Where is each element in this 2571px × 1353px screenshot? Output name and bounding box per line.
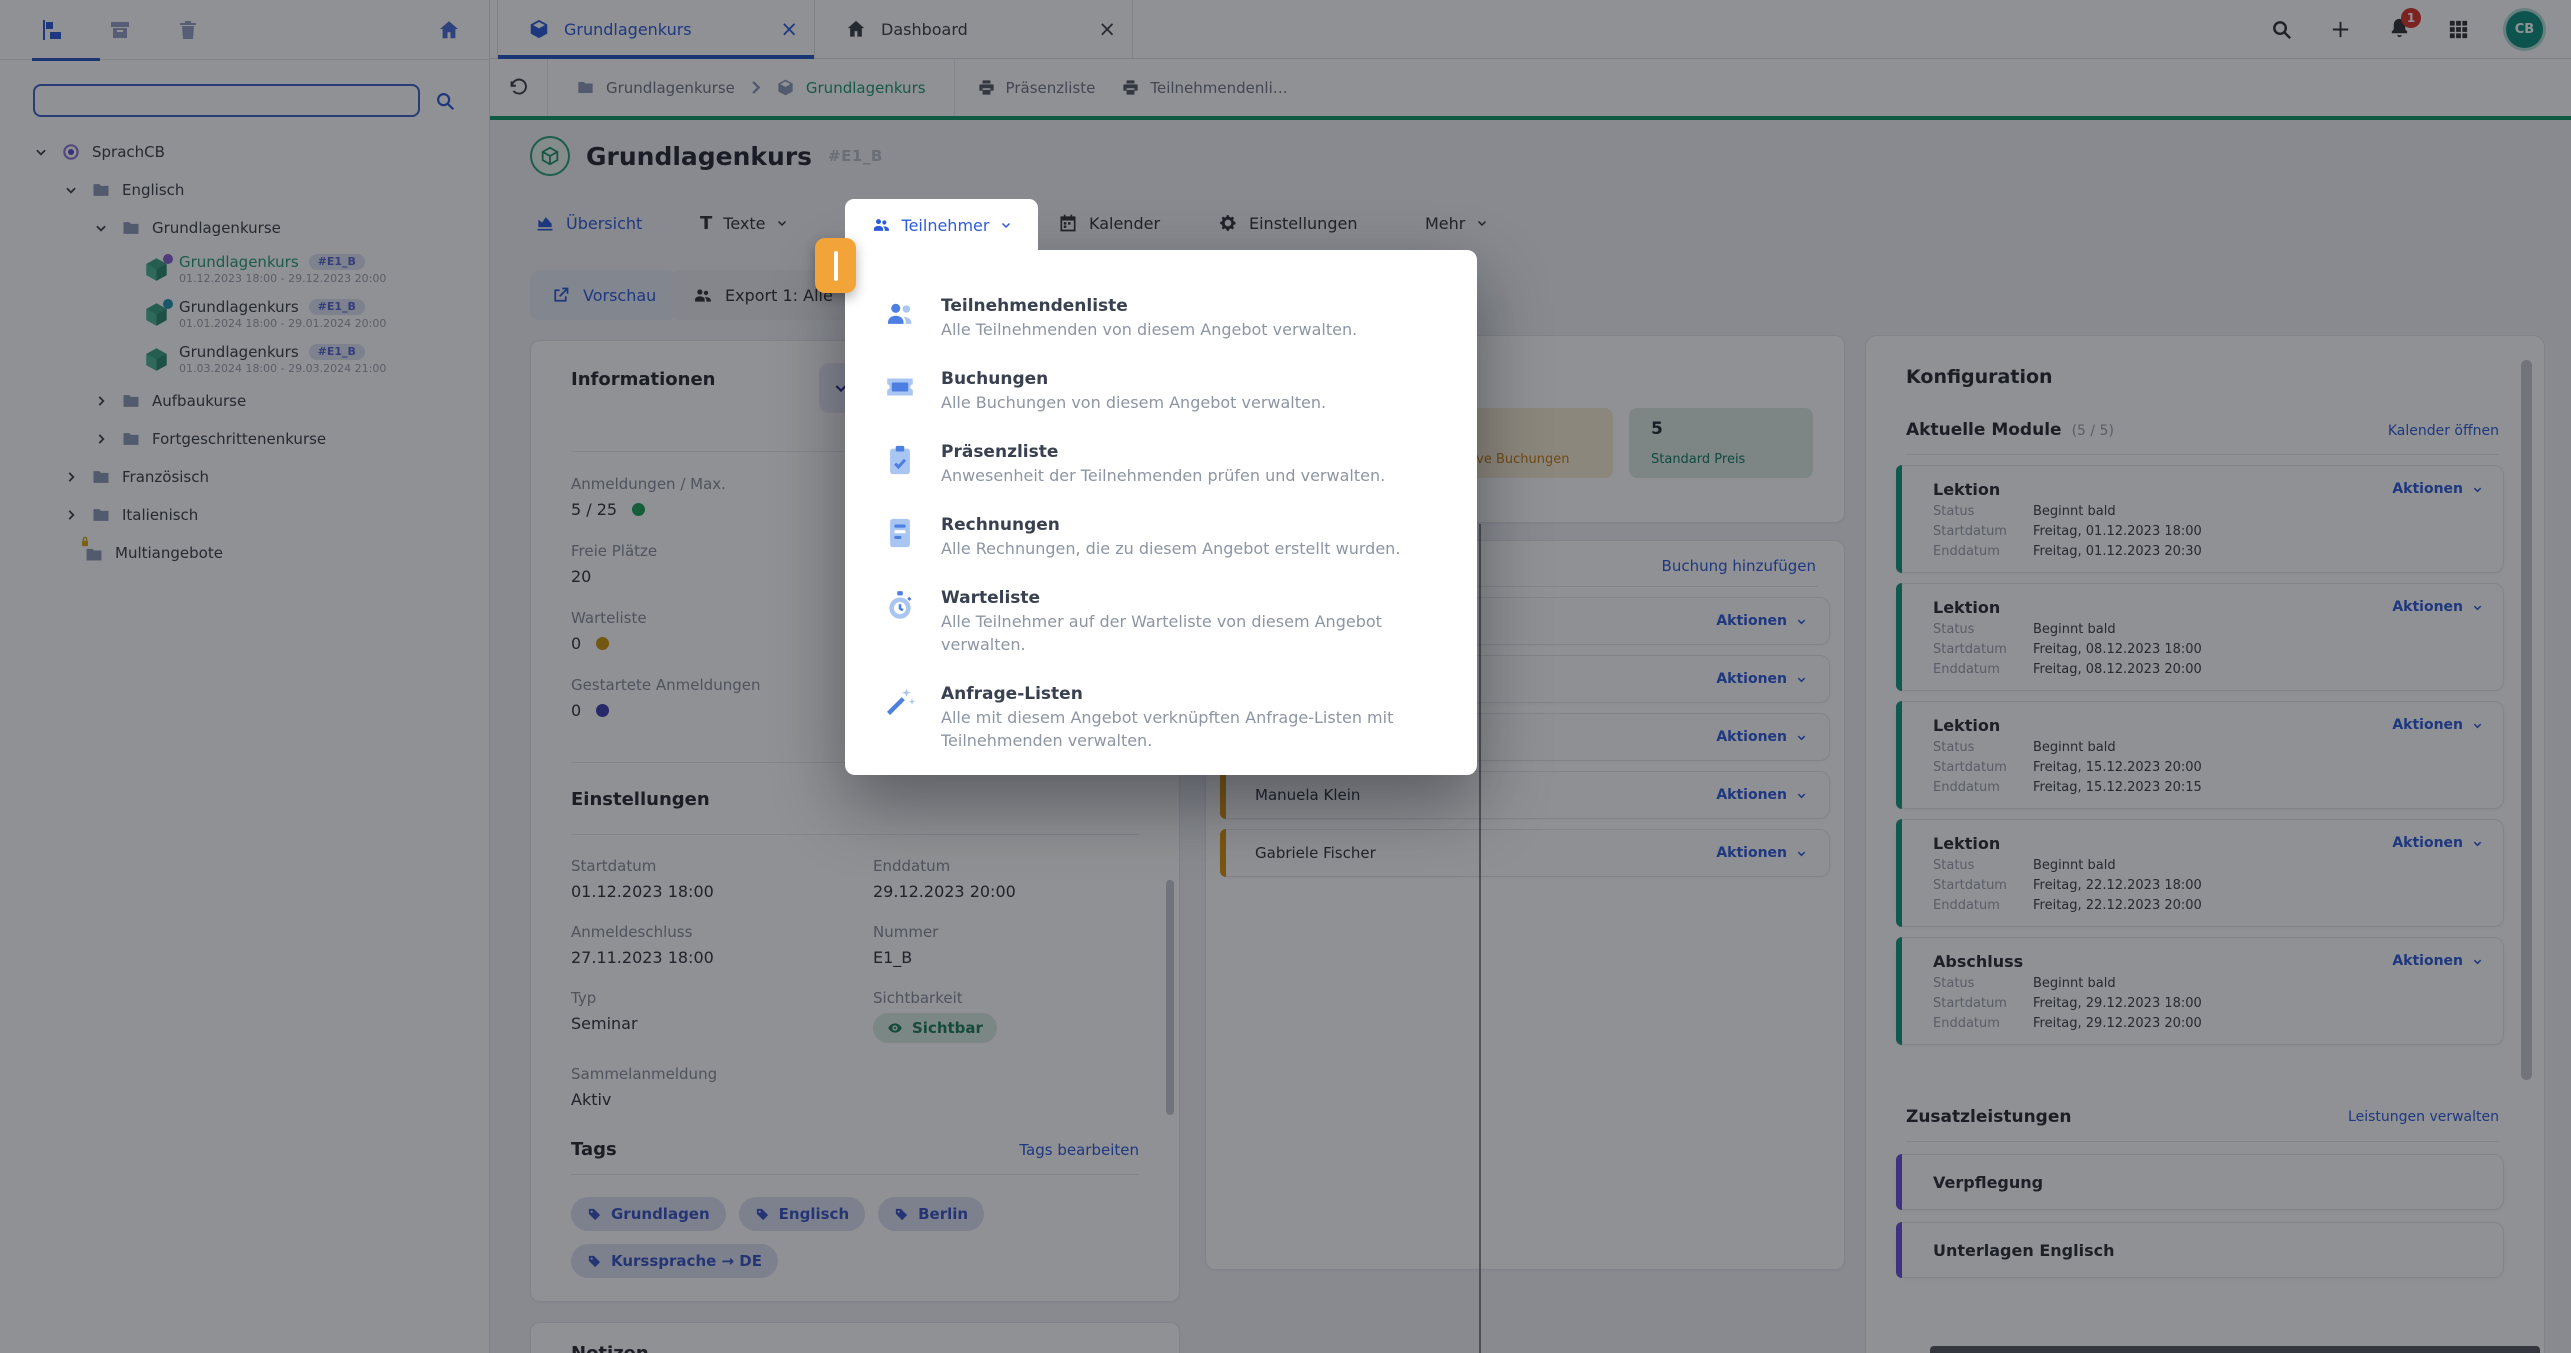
menu-item-anfrage-listen[interactable]: Anfrage-Listen Alle mit diesem Angebot v… [883, 683, 1437, 752]
menu-item-description: Alle mit diesem Angebot verknüpften Anfr… [941, 706, 1437, 752]
stopwatch-icon [883, 589, 917, 623]
teilnehmer-dropdown-menu: Teilnehmendenliste Alle Teilnehmenden vo… [845, 250, 1477, 775]
ibeam-icon [834, 251, 838, 281]
menu-item-title: Präsenzliste [941, 441, 1385, 463]
menu-item-description: Alle Buchungen von diesem Angebot verwal… [941, 391, 1326, 414]
menu-item-title: Rechnungen [941, 514, 1400, 536]
menu-item-teilnehmendenliste[interactable]: Teilnehmendenliste Alle Teilnehmenden vo… [883, 295, 1437, 341]
participants-icon [871, 215, 891, 235]
menu-item-praesenzliste[interactable]: Präsenzliste Anwesenheit der Teilnehmend… [883, 441, 1437, 487]
menu-item-title: Anfrage-Listen [941, 683, 1437, 705]
ticket-icon [883, 370, 917, 404]
menu-item-rechnungen[interactable]: Rechnungen Alle Rechnungen, die zu diese… [883, 514, 1437, 560]
menu-item-title: Warteliste [941, 587, 1437, 609]
menu-item-description: Alle Teilnehmer auf der Warteliste von d… [941, 610, 1437, 656]
tab-label: Teilnehmer [902, 216, 990, 235]
chevron-down-icon [1000, 219, 1012, 231]
menu-item-title: Teilnehmendenliste [941, 295, 1357, 317]
menu-item-description: Alle Rechnungen, die zu diesem Angebot e… [941, 537, 1400, 560]
app-window: SprachCB Englisch Grundlagenkurse [0, 0, 2571, 1353]
clipboard-check-icon [883, 443, 917, 477]
menu-item-title: Buchungen [941, 368, 1326, 390]
tooltip-edge [1930, 1346, 2540, 1353]
invoice-icon [883, 516, 917, 550]
divider-line [1479, 524, 1481, 1353]
menu-item-description: Anwesenheit der Teilnehmenden prüfen und… [941, 464, 1385, 487]
menu-item-warteliste[interactable]: Warteliste Alle Teilnehmer auf der Warte… [883, 587, 1437, 656]
participants-icon [883, 297, 917, 331]
magic-wand-icon [883, 685, 917, 719]
tab-teilnehmer-active[interactable]: Teilnehmer [845, 199, 1038, 251]
text-cursor-marker [815, 238, 856, 293]
menu-item-description: Alle Teilnehmenden von diesem Angebot ve… [941, 318, 1357, 341]
menu-item-buchungen[interactable]: Buchungen Alle Buchungen von diesem Ange… [883, 368, 1437, 414]
